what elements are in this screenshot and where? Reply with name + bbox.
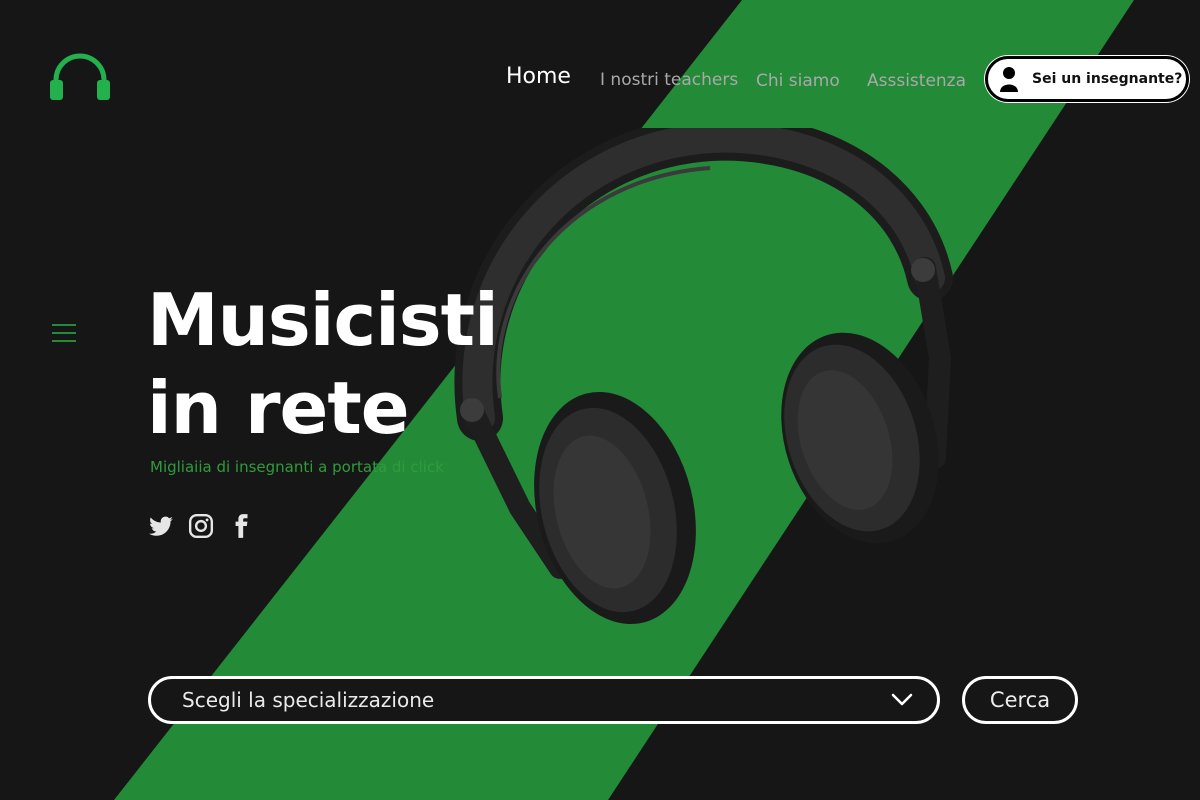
facebook-icon[interactable] bbox=[228, 512, 254, 540]
hero-title: Musicisti in rete bbox=[147, 276, 499, 452]
specialization-select[interactable]: Scegli la specializzazione bbox=[148, 676, 940, 724]
chevron-down-icon bbox=[891, 693, 913, 706]
specialization-select-value: Scegli la specializzazione bbox=[182, 688, 435, 712]
hero-subtitle: Migliaiia di insegnanti a portata di cli… bbox=[150, 458, 444, 476]
nav-teachers[interactable]: I nostri teachers bbox=[600, 70, 738, 90]
nav-about[interactable]: Chi siamo bbox=[756, 71, 840, 91]
instagram-icon[interactable] bbox=[188, 512, 214, 540]
nav-assistance[interactable]: Asssistenza bbox=[867, 71, 966, 91]
teacher-button-label: Sei un insegnante? bbox=[1032, 71, 1183, 87]
teacher-signup-button[interactable]: Sei un insegnante? bbox=[985, 56, 1189, 102]
hero-title-line-1: Musicisti bbox=[147, 278, 499, 362]
twitter-icon[interactable] bbox=[148, 512, 174, 540]
social-links bbox=[148, 512, 254, 540]
hamburger-menu-icon[interactable] bbox=[52, 322, 76, 344]
user-icon bbox=[1000, 67, 1018, 92]
nav-home[interactable]: Home bbox=[506, 64, 571, 89]
search-button[interactable]: Cerca bbox=[962, 676, 1078, 724]
headphones-photo bbox=[454, 128, 953, 625]
hero-title-line-2: in rete bbox=[147, 366, 410, 450]
